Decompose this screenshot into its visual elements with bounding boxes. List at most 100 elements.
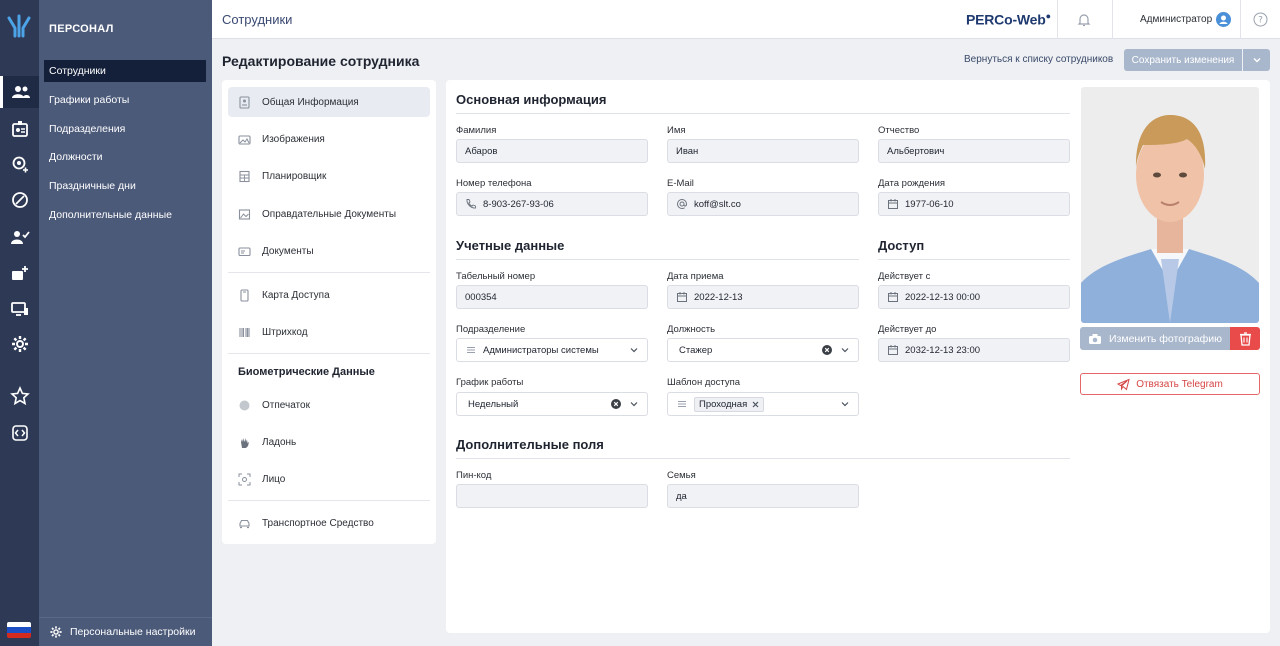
sidebar-item-employees[interactable]: Сотрудники (44, 60, 206, 82)
chevron-down-icon (841, 402, 849, 407)
family-input[interactable]: да (667, 484, 859, 508)
first-name-input[interactable]: Иван (667, 139, 859, 163)
rail-location-user-icon[interactable] (0, 149, 39, 181)
rail-user-check-icon[interactable] (0, 221, 39, 253)
help-icon[interactable]: ? (1253, 12, 1268, 27)
chevron-down-icon (1253, 58, 1260, 63)
middle-name-input[interactable]: Альбертович (878, 139, 1070, 163)
divider (456, 113, 1070, 114)
rail-route-icon[interactable] (0, 184, 39, 216)
notifications-bell-icon[interactable] (1076, 12, 1092, 28)
birth-date-label: Дата рождения (878, 178, 946, 189)
access-template-select[interactable]: Проходная (667, 392, 859, 416)
tab-label: Лицо (262, 473, 286, 485)
birth-date-input[interactable]: 1977-06-10 (878, 192, 1070, 216)
delete-photo-button[interactable] (1230, 327, 1260, 350)
pin-input[interactable] (456, 484, 648, 508)
list-icon (467, 347, 475, 353)
middle-name-value: Альбертович (887, 145, 945, 157)
tab-images[interactable]: Изображения (228, 124, 430, 154)
tab-scheduler[interactable]: Планировщик (228, 161, 430, 191)
clear-icon[interactable] (611, 399, 621, 409)
sidebar-item-positions[interactable]: Должности (44, 146, 206, 168)
chevron-down-icon (630, 348, 638, 353)
valid-from-value: 2022-12-13 00:00 (905, 291, 981, 303)
first-name-label: Имя (667, 125, 686, 136)
tab-label: Изображения (262, 133, 325, 145)
tab-face[interactable]: Лицо (228, 464, 430, 494)
email-label: E-Mail (667, 178, 694, 189)
rail-guest-add-icon[interactable] (0, 257, 39, 289)
schedule-value: Недельный (468, 398, 519, 410)
brand-logo: PERCo-Web● (966, 11, 1051, 28)
rail-favorites-star-icon[interactable] (0, 380, 39, 412)
personnel-number-input[interactable]: 000354 (456, 285, 648, 309)
divider (228, 500, 430, 501)
tab-vehicle[interactable]: Транспортное Средство (228, 508, 430, 538)
position-select[interactable]: Стажер (667, 338, 859, 362)
document-info-icon (239, 95, 250, 109)
top-bar: Сотрудники PERCo-Web● Администратор ? (212, 0, 1280, 39)
save-changes-button[interactable]: Сохранить изменения (1124, 49, 1242, 71)
employee-photo (1081, 87, 1259, 323)
gear-icon (50, 626, 62, 638)
sidebar-item-work-schedules[interactable]: Графики работы (44, 89, 206, 111)
section-title-access: Доступ (878, 238, 925, 253)
tab-access-card[interactable]: Карта Доступа (228, 280, 430, 310)
sidebar-item-additional-data[interactable]: Дополнительные данные (44, 204, 206, 226)
rail-settings-gear-icon[interactable] (0, 328, 39, 360)
valid-to-input[interactable]: 2032-12-13 23:00 (878, 338, 1070, 362)
save-options-dropdown[interactable] (1243, 49, 1270, 71)
valid-from-input[interactable]: 2022-12-13 00:00 (878, 285, 1070, 309)
hire-date-input[interactable]: 2022-12-13 (667, 285, 859, 309)
phone-input[interactable]: 8-903-267-93-06 (456, 192, 648, 216)
tab-label: Штрихкод (262, 326, 308, 338)
perco-logo-icon[interactable] (5, 12, 33, 40)
tab-general-info[interactable]: Общая Информация (228, 87, 430, 117)
employee-portrait-icon (1081, 87, 1259, 323)
breadcrumb[interactable]: Сотрудники (222, 12, 292, 27)
clear-icon[interactable] (822, 345, 832, 355)
access-template-value: Проходная (699, 398, 748, 410)
unlink-telegram-button[interactable]: Отвязать Telegram (1080, 373, 1260, 395)
phone-label: Номер телефона (456, 178, 532, 189)
back-to-list-link[interactable]: Вернуться к списку сотрудников (964, 54, 1113, 65)
tab-label: Планировщик (262, 170, 327, 182)
sidebar-nav: ПЕРСОНАЛ Сотрудники Графики работы Подра… (39, 0, 212, 646)
division-select[interactable]: Администраторы системы (456, 338, 648, 362)
rail-personnel-icon[interactable] (0, 76, 39, 108)
schedule-select[interactable]: Недельный (456, 392, 648, 416)
change-photo-button[interactable]: Изменить фотографию (1080, 327, 1230, 350)
tab-documents[interactable]: Документы (228, 236, 430, 266)
email-input[interactable]: koff@slt.co (667, 192, 859, 216)
rail-badge-icon[interactable] (0, 113, 39, 145)
phone-value: 8-903-267-93-06 (483, 198, 554, 210)
valid-to-value: 2032-12-13 23:00 (905, 344, 981, 356)
tab-fingerprint[interactable]: Отпечаток (228, 390, 430, 420)
picture-doc-icon (238, 208, 251, 220)
rail-code-icon[interactable] (0, 417, 39, 449)
last-name-value: Абаров (465, 145, 498, 157)
tab-palm[interactable]: Ладонь (228, 427, 430, 457)
divider (1057, 0, 1058, 39)
family-label: Семья (667, 470, 696, 481)
sidebar-item-divisions[interactable]: Подразделения (44, 118, 206, 140)
rail-monitor-icon[interactable] (0, 293, 39, 325)
id-card-icon (238, 246, 251, 256)
user-name[interactable]: Администратор (1140, 14, 1212, 25)
last-name-input[interactable]: Абаров (456, 139, 648, 163)
user-avatar-icon[interactable] (1216, 12, 1231, 27)
personal-settings-link[interactable]: Персональные настройки (39, 617, 212, 646)
trash-icon (1239, 332, 1251, 346)
access-card-icon (240, 288, 249, 302)
schedule-label: График работы (456, 377, 524, 388)
language-flag-icon[interactable] (7, 622, 31, 638)
nav-section-title: ПЕРСОНАЛ (49, 23, 114, 35)
sidebar-item-holidays[interactable]: Праздничные дни (44, 175, 206, 197)
personnel-number-value: 000354 (465, 291, 497, 303)
tab-justification-docs[interactable]: Оправдательные Документы (228, 199, 430, 229)
tab-label: Ладонь (262, 436, 297, 448)
tab-label: Оправдательные Документы (262, 208, 397, 220)
tab-barcode[interactable]: Штрихкод (228, 317, 430, 347)
remove-chip-icon[interactable] (752, 401, 759, 408)
